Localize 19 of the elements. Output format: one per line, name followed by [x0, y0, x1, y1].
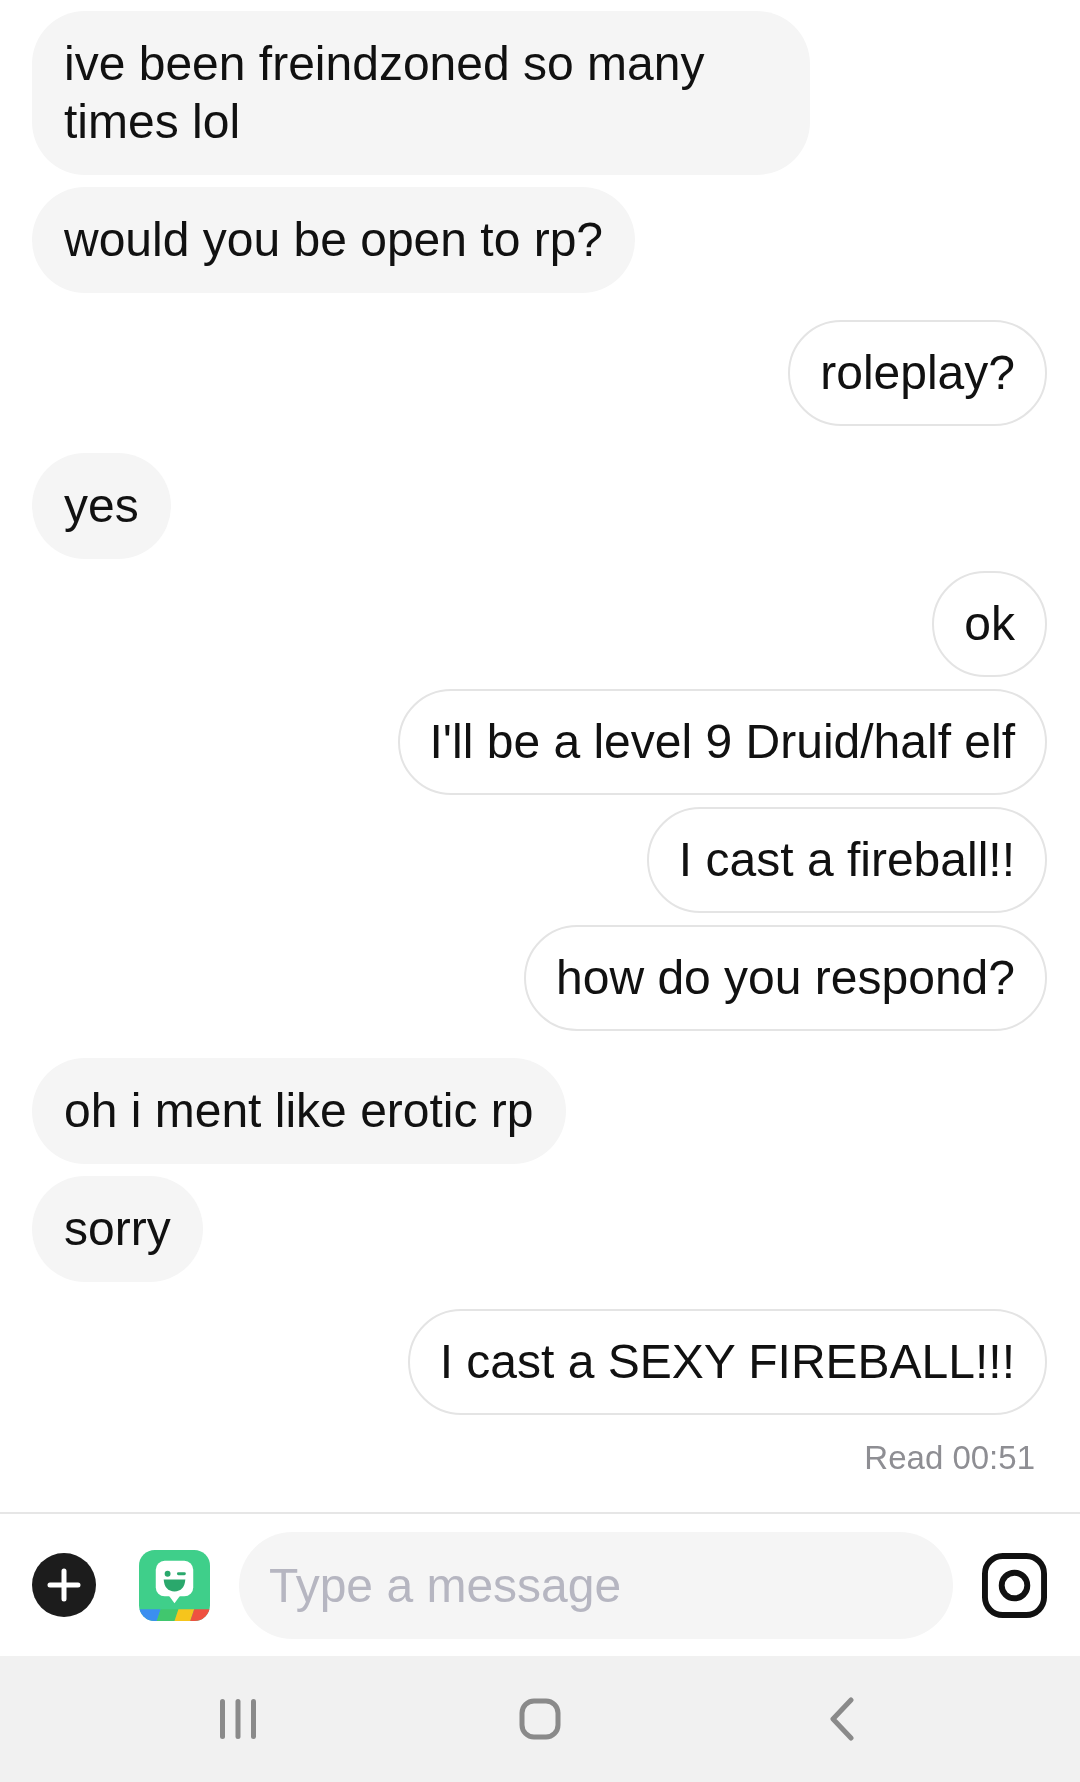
plus-icon[interactable] [32, 1553, 96, 1617]
smiley-sticker-icon[interactable] [139, 1549, 210, 1621]
received-message: sorry [32, 1176, 203, 1282]
sent-message: how do you respond? [524, 925, 1047, 1031]
back-icon[interactable] [829, 1697, 855, 1741]
received-message: yes [32, 453, 171, 559]
sent-message: roleplay? [788, 320, 1047, 426]
sent-message: I'll be a level 9 Druid/half elf [397, 689, 1047, 795]
sent-message: ok [932, 571, 1047, 677]
received-message: ive been freindzoned so many times lol [32, 11, 810, 175]
camera-icon[interactable] [982, 1552, 1047, 1618]
sent-message: I cast a SEXY FIREBALL!!! [407, 1309, 1047, 1415]
home-icon[interactable] [519, 1698, 561, 1740]
recent-apps-icon[interactable] [218, 1697, 258, 1741]
read-receipt: Read 00:51 [864, 1439, 1035, 1477]
received-message: would you be open to rp? [32, 187, 636, 293]
sent-message: I cast a fireball!! [646, 807, 1047, 913]
received-message: oh i ment like erotic rp [32, 1058, 566, 1164]
message-input[interactable]: Type a message [239, 1531, 953, 1639]
